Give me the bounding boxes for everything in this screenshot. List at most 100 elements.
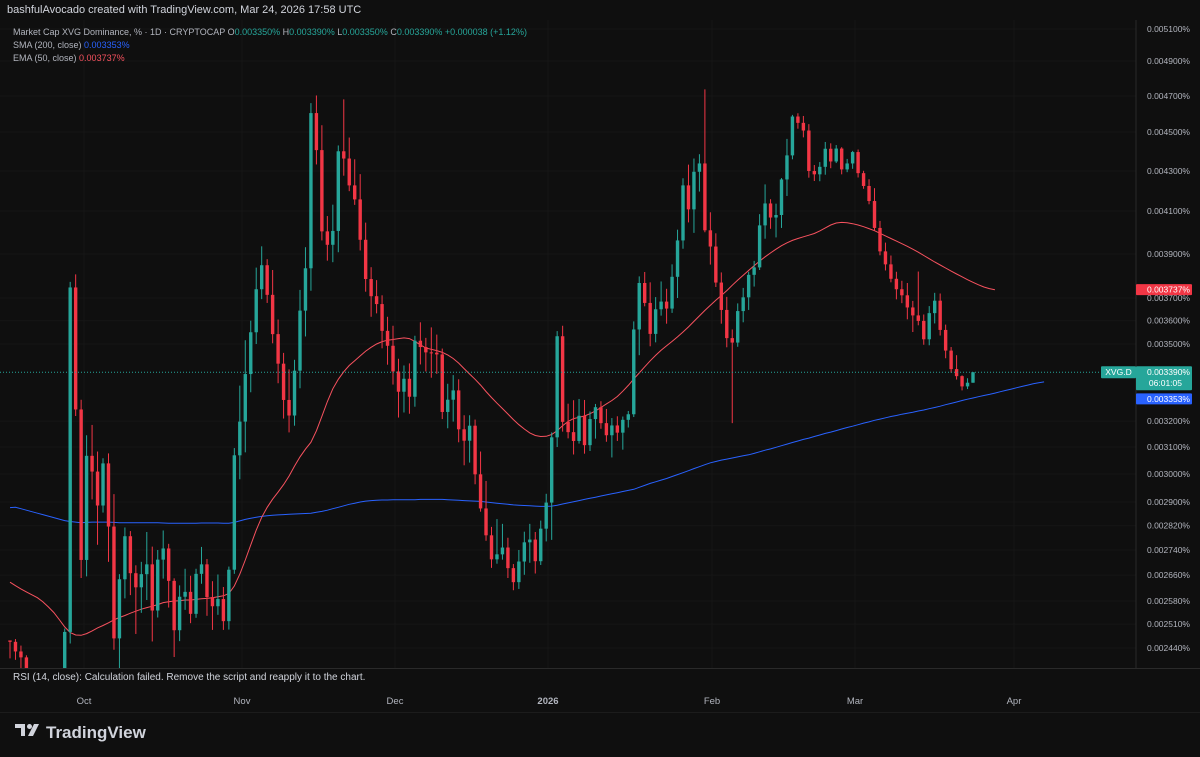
candle-body [216, 599, 220, 607]
candle [790, 114, 795, 160]
candle-body [796, 116, 800, 123]
candle-body [730, 338, 734, 343]
candle-body [549, 437, 554, 503]
candle-body [166, 548, 171, 581]
candle-body [353, 185, 357, 200]
price-tick-label: 0.002740% [1147, 545, 1190, 555]
chart-legend: Market Cap XVG Dominance, % · 1D · CRYPT… [13, 26, 527, 65]
candle-body [68, 287, 72, 632]
candle-body [90, 455, 94, 472]
time-axis[interactable]: Oct Nov Dec 2026 Feb Mar Apr [0, 688, 1200, 712]
candle-body [259, 265, 264, 290]
candle-body [785, 155, 789, 180]
candle [84, 435, 89, 577]
candle-body [150, 564, 154, 611]
candle-body [440, 354, 444, 412]
candle-body [8, 640, 12, 642]
candle-body [801, 122, 806, 131]
price-tick-label: 0.003000% [1147, 469, 1190, 479]
candle-body [188, 591, 193, 614]
candle [807, 124, 811, 178]
time-tick-label: 2026 [537, 696, 558, 707]
candle-body [287, 399, 291, 416]
candle-body [199, 564, 204, 574]
candle-body [429, 352, 434, 354]
candle-body [604, 423, 609, 436]
candle-body [927, 313, 931, 340]
sma-price-label: 0.003353% [1147, 394, 1190, 404]
sma-label: SMA (200, close) [13, 40, 82, 50]
candle-body [73, 287, 78, 410]
candle-body [746, 274, 751, 298]
candle-body [708, 230, 713, 247]
price-tick-label: 0.003200% [1147, 416, 1190, 426]
time-tick-label: Oct [77, 696, 92, 707]
candle [232, 448, 237, 574]
candle-body [506, 547, 510, 569]
candle-body [577, 415, 581, 441]
chart-area[interactable]: 0.005100% 0.004900% 0.004700% 0.004500% 0.00… [0, 20, 1200, 668]
candle [413, 335, 417, 407]
candle-body [177, 596, 182, 631]
candle [79, 399, 83, 578]
candle-body [101, 463, 105, 506]
candle-body [232, 455, 237, 570]
candle-body [424, 347, 428, 353]
candle-body [845, 163, 849, 170]
candle-body [703, 163, 707, 231]
candle-body [839, 148, 844, 170]
candle-body [768, 203, 773, 218]
candle-body [19, 651, 23, 658]
candle-body [63, 631, 67, 668]
candle-body [889, 264, 893, 279]
time-tick-label: Apr [1007, 696, 1022, 707]
candle-body [714, 246, 718, 283]
candle-body [763, 203, 767, 226]
price-tick-label: 0.004300% [1147, 166, 1190, 176]
candle-body [664, 301, 669, 309]
candle-body [172, 580, 176, 631]
attribution-text: bashfulAvocado created with TradingView.… [7, 4, 362, 16]
candle-body [533, 539, 537, 562]
candle-body [462, 429, 466, 441]
candle-body [435, 352, 439, 355]
candle-body [932, 300, 937, 314]
time-tick-label: Dec [387, 696, 404, 707]
candle-body [254, 289, 258, 333]
candle-body [610, 425, 614, 436]
legend-sma-row[interactable]: SMA (200, close) 0.003353% [13, 39, 527, 52]
candle-body [511, 568, 516, 583]
candle-body [878, 227, 882, 252]
candle-body [938, 300, 942, 330]
candle-body [446, 399, 450, 412]
sma-value: 0.003353% [84, 40, 130, 50]
candle-body [834, 148, 838, 162]
candle-body [741, 297, 745, 312]
price-chart[interactable]: 0.005100% 0.004900% 0.004700% 0.004500% 0.00… [0, 20, 1200, 668]
candle-body [456, 390, 461, 430]
candle-body [374, 296, 379, 305]
candle-body [117, 579, 122, 639]
candle [632, 321, 636, 418]
candle-body [812, 171, 817, 175]
candle-body [451, 390, 455, 400]
candle-body [615, 425, 620, 433]
candle-body [960, 376, 964, 387]
candle-body [779, 179, 784, 215]
candle-body [599, 407, 603, 424]
candle-body [396, 371, 401, 392]
candle-body [883, 251, 888, 265]
ema-label: EMA (50, close) [13, 53, 77, 63]
ema-price-tag: 0.003737% [1136, 284, 1192, 296]
candle-body [916, 315, 920, 321]
tradingview-logo-icon [14, 722, 42, 743]
candle [63, 628, 67, 668]
rsi-pane[interactable]: RSI (14, close): Calculation failed. Rem… [0, 668, 1200, 688]
candle-body [905, 295, 910, 308]
candle-body [134, 573, 138, 588]
candle-body [227, 569, 231, 622]
legend-ema-row[interactable]: EMA (50, close) 0.003737% [13, 52, 527, 65]
candle-body [467, 425, 472, 441]
candle-body [900, 289, 904, 296]
candle-body [593, 407, 598, 420]
